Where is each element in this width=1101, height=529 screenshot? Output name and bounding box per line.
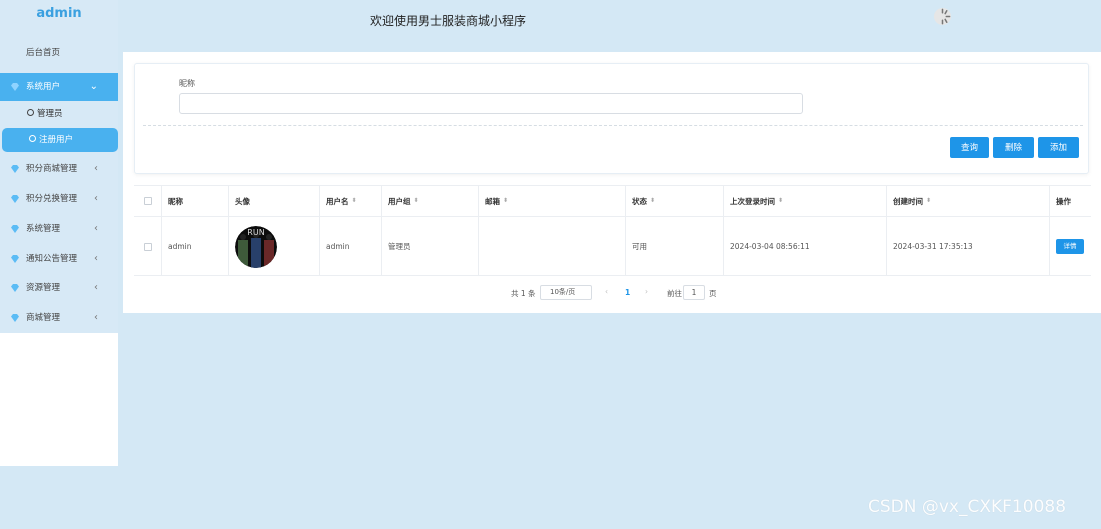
goto-label: 前往: [667, 289, 682, 298]
sidebar-subitem-admin[interactable]: 管理员: [0, 102, 118, 126]
sort-icon: ⬍: [503, 197, 509, 204]
gem-icon: [11, 284, 19, 292]
main-panel: 昵称 查询 删除 添加 昵称 头像 用户名 ⬍ 用户组 ⬍ 邮箱 ⬍ 状态 ⬍ 上次登录…: [123, 52, 1101, 313]
goto-page-input[interactable]: 1: [683, 285, 705, 300]
svg-text:RUN: RUN: [247, 228, 264, 237]
nickname-search-input[interactable]: [179, 93, 803, 114]
prev-page-icon[interactable]: ‹: [605, 287, 608, 296]
avatar: RUN: [235, 225, 277, 268]
cell-avatar: RUN: [229, 217, 320, 276]
header-group[interactable]: 用户组 ⬍: [382, 186, 479, 216]
sidebar-item-label: 通知公告管理: [26, 254, 78, 264]
sidebar-item-points-exchange[interactable]: 积分兑换管理 ‹: [0, 185, 118, 213]
row-checkbox[interactable]: [143, 242, 152, 251]
select-all-checkbox[interactable]: [143, 197, 152, 205]
chevron-down-icon: ⌄: [89, 81, 98, 92]
gem-icon: [11, 83, 19, 91]
sidebar-item-points-mall[interactable]: 积分商城管理 ‹: [0, 155, 118, 183]
sort-icon: ⬍: [650, 197, 656, 204]
sort-icon: ⬍: [413, 197, 419, 204]
gem-icon: [11, 314, 19, 322]
pagination: 共 1 条 10条/页 ‹ 1 › 前往 1 页: [123, 285, 1101, 301]
cell-status: 可用: [626, 217, 724, 276]
page-word: 页: [709, 289, 717, 298]
next-page-icon[interactable]: ›: [645, 287, 648, 296]
sidebar-item-mall-management[interactable]: 商城管理 ‹: [0, 304, 118, 332]
page-number[interactable]: 1: [625, 288, 630, 297]
sort-icon: ⬍: [778, 197, 784, 204]
sort-icon: ⬍: [926, 197, 932, 204]
sidebar-item-label: 资源管理: [26, 283, 61, 293]
sidebar-item-system-users[interactable]: 系统用户 ⌄: [0, 73, 118, 101]
sidebar-subitem-label: 注册用户: [39, 135, 74, 145]
admin-page: admin 后台首页 系统用户 ⌄ 管理员 注册用户 积分商城管理 ‹ 积分兑换…: [0, 0, 1101, 529]
check-circle-icon: [27, 109, 34, 116]
cell-username: admin: [320, 217, 382, 276]
header-status[interactable]: 状态 ⬍: [626, 186, 724, 216]
cell-group: 管理员: [382, 217, 479, 276]
chevron-left-icon: ‹: [94, 253, 98, 264]
sidebar-blank-area: [0, 333, 118, 466]
sidebar-item-label: 系统管理: [26, 224, 61, 234]
chevron-left-icon: ‹: [94, 163, 98, 174]
detail-button[interactable]: 详情: [1056, 239, 1084, 254]
search-card: 昵称 查询 删除 添加: [134, 63, 1089, 174]
sidebar-subitem-label: 管理员: [37, 109, 63, 119]
table-row: admin RUN admin 管理员 可用 2024-03-04 08:56:…: [134, 217, 1091, 276]
header-email[interactable]: 邮箱 ⬍: [479, 186, 626, 216]
header-avatar: 头像: [229, 186, 320, 216]
chevron-left-icon: ‹: [94, 223, 98, 234]
cell-actions: 详情: [1050, 217, 1091, 276]
gem-icon: [11, 225, 19, 233]
chevron-left-icon: ‹: [94, 193, 98, 204]
cell-nickname: admin: [162, 217, 229, 276]
header-created[interactable]: 创建时间 ⬍: [887, 186, 1050, 216]
page-size-select[interactable]: 10条/页: [540, 285, 592, 300]
sidebar-item-label: 商城管理: [26, 313, 61, 323]
gem-icon: [11, 165, 19, 173]
cell-created: 2024-03-31 17:35:13: [887, 217, 1050, 276]
sidebar-item-system-management[interactable]: 系统管理 ‹: [0, 215, 118, 243]
divider: [143, 125, 1083, 126]
row-select-cell: [134, 217, 162, 276]
sidebar-item-home[interactable]: 后台首页: [0, 42, 118, 64]
sidebar-item-label: 积分商城管理: [26, 164, 78, 174]
total-count: 共 1 条: [511, 289, 536, 298]
sidebar-subitem-registered-users[interactable]: 注册用户: [2, 128, 118, 152]
sidebar: admin 后台首页 系统用户 ⌄ 管理员 注册用户 积分商城管理 ‹ 积分兑换…: [0, 0, 118, 466]
delete-button[interactable]: 删除: [993, 137, 1034, 158]
header-last-login[interactable]: 上次登录时间 ⬍: [724, 186, 887, 216]
header-username[interactable]: 用户名 ⬍: [320, 186, 382, 216]
watermark: CSDN @vx_CXKF10088: [868, 497, 1067, 517]
header-actions: 操作: [1056, 196, 1071, 206]
cell-last-login: 2024-03-04 08:56:11: [724, 217, 887, 276]
cell-email: [479, 217, 626, 276]
nickname-label: 昵称: [179, 79, 195, 88]
page-title: 欢迎使用男士服装商城小程序: [370, 14, 527, 28]
sort-icon: ⬍: [351, 197, 357, 204]
chevron-left-icon: ‹: [94, 312, 98, 323]
sidebar-item-resources[interactable]: 资源管理 ‹: [0, 274, 118, 302]
header-nickname: 昵称: [162, 186, 229, 216]
logo: admin: [36, 6, 82, 21]
add-button[interactable]: 添加: [1038, 137, 1079, 158]
sidebar-item-label: 系统用户: [26, 82, 61, 92]
sidebar-item-label: 积分兑换管理: [26, 194, 78, 204]
gem-icon: [11, 195, 19, 203]
sidebar-item-notices[interactable]: 通知公告管理 ‹: [0, 245, 118, 273]
table-header-row: 昵称 头像 用户名 ⬍ 用户组 ⬍ 邮箱 ⬍ 状态 ⬍ 上次登录时间 ⬍ 创建时间 ⬍ 操作: [134, 186, 1091, 217]
chevron-left-icon: ‹: [94, 282, 98, 293]
loading-spinner-icon: [933, 7, 952, 26]
gem-icon: [11, 255, 19, 263]
select-all-cell: [134, 186, 162, 216]
query-button[interactable]: 查询: [950, 137, 989, 158]
check-circle-icon: [29, 135, 36, 142]
users-table: 昵称 头像 用户名 ⬍ 用户组 ⬍ 邮箱 ⬍ 状态 ⬍ 上次登录时间 ⬍ 创建时间 ⬍ 操作…: [134, 185, 1091, 276]
